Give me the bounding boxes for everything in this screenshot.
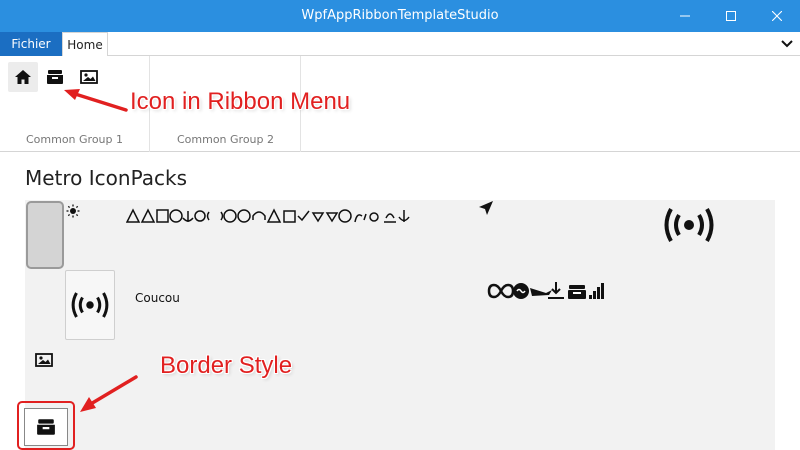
- home-icon: [15, 70, 31, 84]
- ribbon-group-2-label: Common Group 2: [176, 133, 275, 146]
- tab-home[interactable]: Home: [62, 32, 108, 57]
- broadcast-icon: [664, 208, 714, 242]
- brightness-icon: [66, 204, 80, 218]
- ribbon-tab-bar: Fichier Home: [0, 32, 800, 57]
- broadcast-icon: [71, 292, 109, 318]
- archive-box-icon: [37, 419, 55, 435]
- archive-box-icon: [47, 70, 63, 84]
- minimize-button[interactable]: [662, 0, 708, 32]
- minimize-icon: [680, 15, 690, 17]
- close-button[interactable]: [754, 0, 800, 32]
- ribbon-group-1-label: Common Group 1: [25, 133, 124, 146]
- maximize-button[interactable]: [708, 0, 754, 32]
- app-window: WpfAppRibbonTemplateStudio Fichier Home: [0, 0, 800, 450]
- annotation-border-style: Border Style: [160, 352, 293, 379]
- tab-file[interactable]: Fichier: [0, 32, 62, 56]
- page-title: Metro IconPacks: [25, 166, 188, 190]
- gray-tile[interactable]: [26, 201, 64, 269]
- bordered-archive-button[interactable]: [24, 408, 68, 446]
- chevron-down-icon: [781, 40, 793, 48]
- ribbon-collapse-button[interactable]: [778, 36, 796, 52]
- icon-glyph-row: [126, 208, 410, 223]
- annotation-ribbon-icon: Icon in Ribbon Menu: [130, 88, 351, 115]
- image-icon: [80, 70, 98, 84]
- annotation-arrow-icon: [64, 89, 128, 112]
- navigation-arrow-icon: [479, 201, 493, 215]
- close-icon: [772, 11, 782, 21]
- maximize-icon: [726, 11, 736, 21]
- title-bar[interactable]: WpfAppRibbonTemplateStudio: [0, 0, 800, 32]
- icon-strip-right: [487, 282, 604, 299]
- card-label: Coucou: [135, 291, 180, 305]
- image-icon: [35, 353, 53, 367]
- annotation-arrow-icon: [80, 375, 138, 412]
- broadcast-card[interactable]: [65, 270, 115, 340]
- home-button[interactable]: [8, 62, 38, 92]
